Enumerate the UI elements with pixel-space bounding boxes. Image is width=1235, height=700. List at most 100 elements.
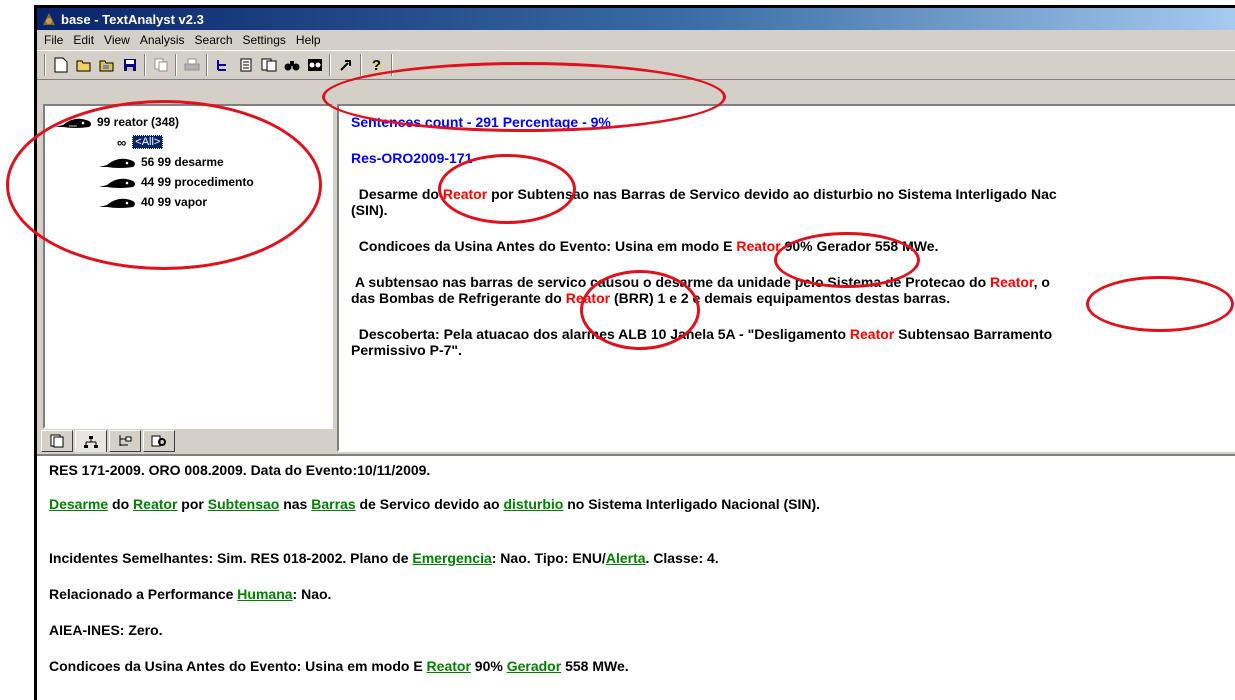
app-icon xyxy=(41,11,57,27)
sentence-text: (SIN). xyxy=(351,202,388,218)
concept-link[interactable]: Alerta xyxy=(606,550,646,566)
concept-link[interactable]: Reator xyxy=(427,658,471,674)
doc-line: Incidentes Semelhantes: Sim. RES 018-200… xyxy=(49,550,1235,566)
tree-node-child[interactable]: 44 99 procedimento xyxy=(47,172,327,192)
print-icon[interactable] xyxy=(180,54,203,76)
open-folder-icon[interactable] xyxy=(72,54,95,76)
sentences-summary: Sentences count - 291 Percentage - 9% xyxy=(351,114,611,130)
toolbar-separator xyxy=(206,54,208,76)
cursor-icon[interactable] xyxy=(334,54,357,76)
doc-text: do xyxy=(108,496,134,512)
sentence-text: por Subtensao nas Barras de Servico devi… xyxy=(487,186,1057,202)
all-badge[interactable]: <All> xyxy=(132,135,164,149)
toolbar: ? xyxy=(37,50,1235,80)
sentence-text: Desarme do xyxy=(358,186,443,202)
search-tab[interactable] xyxy=(143,430,175,452)
doc-line: RES 171-2009. ORO 008.2009. Data do Even… xyxy=(49,462,431,478)
result-sentence[interactable]: Descoberta: Pela atuacao dos alarmes ALB… xyxy=(351,326,1235,342)
result-sentence[interactable]: Condicoes da Usina Antes do Evento: Usin… xyxy=(351,238,1235,254)
menu-view[interactable]: View xyxy=(99,33,135,47)
menu-search[interactable]: Search xyxy=(190,33,238,47)
doc-text: : Nao. xyxy=(292,586,332,602)
doc-text: Incidentes Semelhantes: Sim. RES 018-200… xyxy=(49,550,413,566)
results-pane: Sentences count - 291 Percentage - 9% Re… xyxy=(337,104,1235,452)
app-window: base - TextAnalyst v2.3 File Edit View A… xyxy=(34,5,1235,700)
result-sentence[interactable]: A subtensao nas barras de servico causou… xyxy=(351,274,1235,290)
highlight-term: Reator xyxy=(990,274,1034,290)
save-icon[interactable] xyxy=(118,54,141,76)
sentence-text: , o xyxy=(1033,274,1050,290)
highlight-term: Reator xyxy=(565,290,611,306)
highlight-term: Reator xyxy=(442,186,488,202)
network-tab[interactable] xyxy=(75,430,107,452)
window-title: base - TextAnalyst v2.3 xyxy=(61,11,204,27)
tree-node-root[interactable]: 99 reator (348) xyxy=(47,112,327,132)
concept-link[interactable]: Humana xyxy=(237,586,292,602)
fish-node-icon xyxy=(99,175,137,189)
result-sentence[interactable]: Desarme do Reator por Subtensao nas Barr… xyxy=(351,186,1235,202)
toolbar-separator xyxy=(44,54,46,76)
document-id[interactable]: Res-ORO2009-171 xyxy=(351,150,1235,166)
concept-link[interactable]: Subtensao xyxy=(208,496,280,512)
fish-node-icon xyxy=(55,115,93,129)
document-icon[interactable] xyxy=(234,54,257,76)
doc-line: Relacionado a Performance Humana: Nao. xyxy=(49,586,1235,602)
new-file-icon[interactable] xyxy=(49,54,72,76)
find-next-icon[interactable] xyxy=(303,54,326,76)
doc-line: AIEA-INES: Zero. xyxy=(49,622,163,638)
sentence-text: A subtensao nas barras de servico causou… xyxy=(354,274,991,290)
menu-file[interactable]: File xyxy=(39,33,68,47)
semantic-tree-pane: 99 reator (348) ∞ <All> 56 99 desarme 44… xyxy=(43,104,333,429)
tree-node-child[interactable]: 40 99 vapor xyxy=(47,192,327,212)
menu-bar: File Edit View Analysis Search Settings … xyxy=(37,30,1235,50)
sentence-text: Condicoes da Usina Antes do Evento: Usin… xyxy=(358,238,737,254)
doc-text: . Classe: 4. xyxy=(645,550,719,566)
title-bar: base - TextAnalyst v2.3 xyxy=(37,8,1235,30)
fish-node-icon xyxy=(99,155,137,169)
concept-link[interactable]: Desarme xyxy=(49,496,108,512)
tree-node-child[interactable]: 56 99 desarme xyxy=(47,152,327,172)
toolbar-separator xyxy=(175,54,177,76)
binoculars-icon[interactable] xyxy=(280,54,303,76)
pages-tab[interactable] xyxy=(41,430,73,452)
copy-icon[interactable] xyxy=(149,54,172,76)
toolbar-separator xyxy=(391,54,393,76)
concept-link[interactable]: Gerador xyxy=(507,658,561,674)
pane-tabs xyxy=(41,430,177,452)
doc-text: 558 MWe. xyxy=(561,658,629,674)
doc-text: 90% xyxy=(470,658,507,674)
tree-node-all[interactable]: ∞ <All> xyxy=(47,132,327,152)
concept-link[interactable]: Reator xyxy=(133,496,177,512)
sentence-text: Descoberta: Pela atuacao dos alarmes ALB… xyxy=(358,326,850,342)
menu-help[interactable]: Help xyxy=(291,33,326,47)
tree-icon[interactable] xyxy=(211,54,234,76)
links-icon: ∞ xyxy=(117,134,127,150)
doc-text: de Servico devido ao xyxy=(355,496,504,512)
sentence-text: das Bombas de Refrigerante do xyxy=(351,290,566,306)
sentence-text: (BRR) 1 e 2 e demais equipamentos destas… xyxy=(610,290,951,306)
menu-analysis[interactable]: Analysis xyxy=(135,33,190,47)
concept-link[interactable]: Emergencia xyxy=(412,550,491,566)
help-icon[interactable]: ? xyxy=(365,54,388,76)
menu-edit[interactable]: Edit xyxy=(68,33,99,47)
doc-text: por xyxy=(177,496,208,512)
tree-node-root-label: 99 reator (348) xyxy=(97,115,180,129)
concept-link[interactable]: Barras xyxy=(311,496,355,512)
result-sentence-cont[interactable]: das Bombas de Refrigerante do Reator (BR… xyxy=(351,290,1235,306)
doc-line: Desarme do Reator por Subtensao nas Barr… xyxy=(49,496,1235,512)
semantic-tree: 99 reator (348) ∞ <All> 56 99 desarme 44… xyxy=(47,112,327,212)
documents-icon[interactable] xyxy=(257,54,280,76)
tree-node-child-label: 44 99 procedimento xyxy=(141,175,254,189)
doc-text: nas xyxy=(279,496,312,512)
tree-tab[interactable] xyxy=(109,430,141,452)
open-project-icon[interactable] xyxy=(95,54,118,76)
tree-node-child-label: 40 99 vapor xyxy=(141,195,208,209)
concept-link[interactable]: disturbio xyxy=(503,496,563,512)
doc-text: : Nao. Tipo: ENU/ xyxy=(491,550,606,566)
toolbar-separator xyxy=(144,54,146,76)
doc-line: Condicoes da Usina Antes do Evento: Usin… xyxy=(49,658,1235,674)
menu-settings[interactable]: Settings xyxy=(238,33,291,47)
tree-node-child-label: 56 99 desarme xyxy=(141,155,224,169)
sentence-text: Permissivo P-7". xyxy=(351,342,462,358)
document-pane: RES 171-2009. ORO 008.2009. Data do Even… xyxy=(37,454,1235,700)
